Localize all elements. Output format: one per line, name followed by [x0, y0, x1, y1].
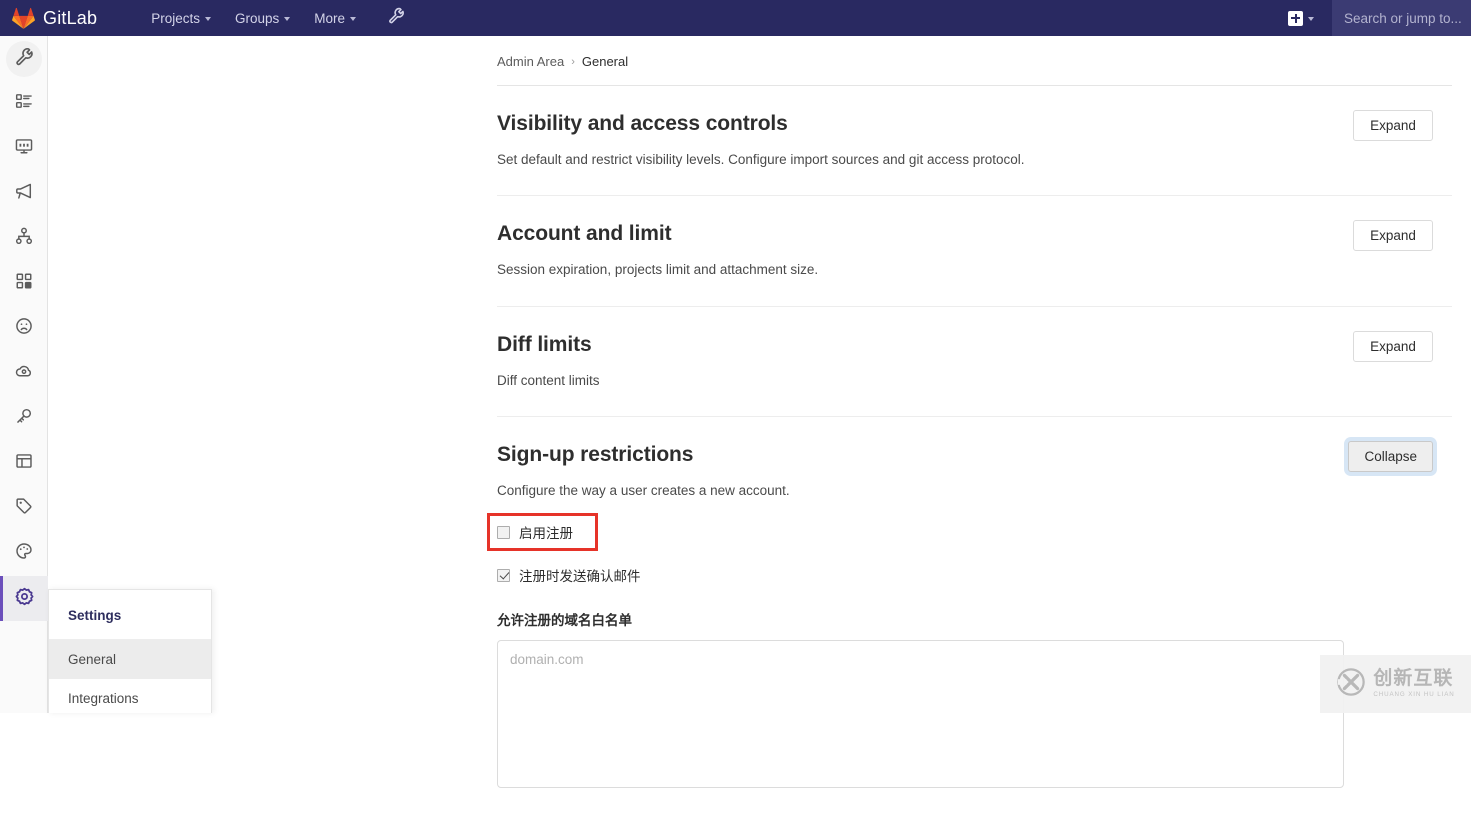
nav-link-more[interactable]: More [304, 3, 366, 34]
section-signup-restrictions: Sign-up restrictions Configure the way a… [497, 417, 1452, 818]
nav-projects-label: Projects [151, 11, 200, 26]
frown-face-icon [15, 317, 33, 340]
send-confirmation-email-label: 注册时发送确认邮件 [519, 565, 641, 585]
create-new-button[interactable] [1280, 5, 1322, 32]
chevron-down-icon [284, 17, 290, 21]
domain-whitelist-textarea[interactable] [497, 640, 1344, 788]
signup-enabled-checkbox-row[interactable]: 启用注册 [487, 513, 598, 551]
rail-item-appearance[interactable] [0, 531, 48, 576]
expand-button-diff-limits[interactable]: Expand [1353, 331, 1433, 362]
section-title: Visibility and access controls [497, 112, 1452, 136]
flyout-item-general[interactable]: General [49, 640, 211, 679]
rail-item-labels[interactable] [0, 486, 48, 531]
rail-item-overview[interactable] [0, 36, 48, 81]
domain-whitelist-label: 允许注册的域名白名单 [497, 609, 1452, 629]
cx-circle-logo-icon [1336, 667, 1366, 702]
rail-item-deploy-keys[interactable] [0, 396, 48, 441]
top-navbar: GitLab Projects Groups More Search or ju… [0, 0, 1471, 36]
nav-link-projects[interactable]: Projects [141, 3, 221, 34]
hook-icon [15, 227, 33, 250]
rail-item-system-hooks[interactable] [0, 216, 48, 261]
flyout-item-integrations[interactable]: Integrations [49, 679, 211, 718]
watermark: 创新互联 CHUANG XIN HU LIAN [1320, 655, 1471, 713]
nav-more-label: More [314, 11, 345, 26]
watermark-cn: 创新互联 [1373, 669, 1454, 688]
cloud-gear-icon [15, 362, 33, 385]
watermark-en: CHUANG XIN HU LIAN [1373, 692, 1454, 698]
rail-item-monitoring[interactable] [0, 126, 48, 171]
gear-icon [15, 587, 34, 611]
rail-item-service-templates[interactable] [0, 441, 48, 486]
monitor-icon [15, 137, 33, 160]
grid-squares-icon [15, 272, 33, 295]
section-title: Account and limit [497, 222, 1452, 246]
rail-item-settings[interactable] [0, 576, 48, 621]
section-description: Diff content limits [497, 371, 1452, 391]
gitlab-logo-link[interactable]: GitLab [12, 7, 97, 29]
admin-icon-rail [0, 36, 48, 713]
rail-item-abuse-reports[interactable] [0, 306, 48, 351]
navbar-right: Search or jump to... [1280, 0, 1471, 36]
nav-link-groups[interactable]: Groups [225, 3, 300, 34]
chevron-down-icon [205, 17, 211, 21]
section-visibility-access-controls: Visibility and access controls Set defau… [497, 86, 1452, 196]
breadcrumb-admin-area[interactable]: Admin Area [497, 54, 564, 69]
collapse-button-signup-restrictions[interactable]: Collapse [1348, 441, 1433, 472]
navbar-links: Projects Groups More [141, 3, 366, 34]
flyout-title: Settings [49, 590, 211, 640]
section-account-and-limit: Account and limit Session expiration, pr… [497, 196, 1452, 306]
rail-item-messages[interactable] [0, 171, 48, 216]
palette-icon [15, 542, 33, 565]
admin-area-button[interactable] [380, 1, 413, 35]
gitlab-fox-logo-icon [12, 7, 35, 29]
section-description: Set default and restrict visibility leve… [497, 150, 1452, 170]
chevron-down-icon [350, 17, 356, 21]
send-confirmation-email-checkbox[interactable] [497, 569, 510, 582]
nav-groups-label: Groups [235, 11, 279, 26]
breadcrumb-current: General [582, 54, 628, 69]
wrench-icon [388, 7, 405, 29]
rail-item-projects[interactable] [0, 81, 48, 126]
gitlab-brand-text: GitLab [43, 8, 97, 29]
section-title: Sign-up restrictions [497, 443, 1452, 467]
signup-enabled-label: 启用注册 [519, 522, 573, 542]
main-content: Admin Area › General Visibility and acce… [497, 36, 1452, 818]
watermark-text: 创新互联 CHUANG XIN HU LIAN [1373, 669, 1454, 698]
signup-enabled-checkbox[interactable] [497, 526, 510, 539]
section-description: Session expiration, projects limit and a… [497, 260, 1452, 280]
settings-flyout-menu: Settings General Integrations [48, 589, 212, 713]
section-description: Configure the way a user creates a new a… [497, 481, 1452, 501]
tag-icon [15, 497, 33, 520]
expand-button-account-limit[interactable]: Expand [1353, 220, 1433, 251]
section-title: Diff limits [497, 333, 1452, 357]
megaphone-icon [15, 182, 33, 205]
rail-item-applications[interactable] [0, 261, 48, 306]
section-diff-limits: Diff limits Diff content limits Expand [497, 307, 1452, 417]
list-detail-icon [15, 92, 33, 115]
key-icon [15, 407, 33, 430]
rail-item-kubernetes[interactable] [0, 351, 48, 396]
template-icon [15, 452, 33, 475]
expand-button-visibility[interactable]: Expand [1353, 110, 1433, 141]
search-input[interactable]: Search or jump to... [1332, 0, 1471, 36]
breadcrumb-separator-icon: › [571, 56, 575, 68]
chevron-down-icon [1308, 17, 1314, 21]
send-confirmation-email-checkbox-row[interactable]: 注册时发送确认邮件 [497, 565, 1452, 585]
plus-square-icon [1288, 11, 1303, 26]
breadcrumb: Admin Area › General [497, 36, 1452, 85]
